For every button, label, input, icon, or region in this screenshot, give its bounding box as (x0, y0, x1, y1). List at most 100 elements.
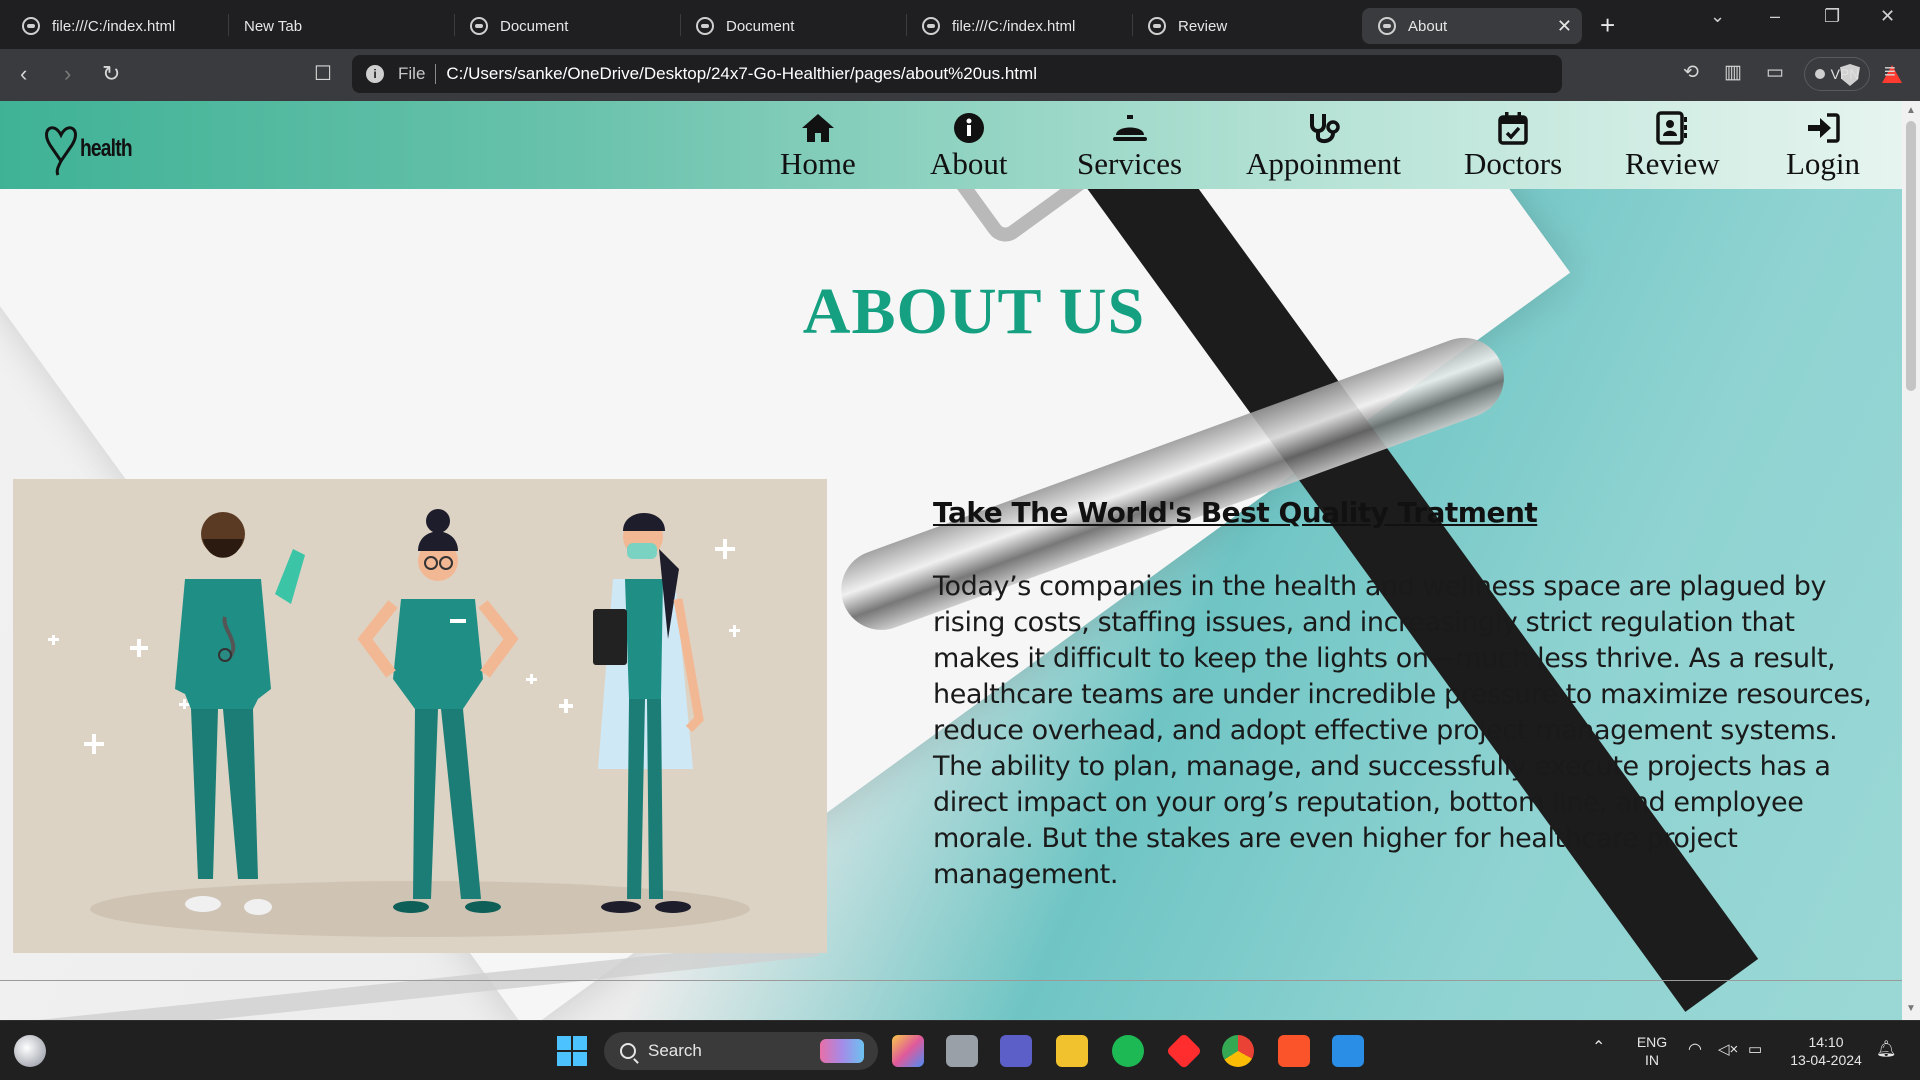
vpn-button[interactable]: VPN (1804, 57, 1870, 91)
reload-button[interactable]: ↻ (102, 61, 120, 87)
site-logo[interactable]: health (44, 119, 154, 179)
nav-doctors-label: Doctors (1464, 146, 1563, 181)
menu-icon[interactable]: ≡ (1884, 61, 1896, 84)
stethoscope-icon (1307, 109, 1341, 147)
nav-login[interactable]: Login (1786, 109, 1860, 181)
task-view-icon[interactable] (946, 1035, 978, 1067)
about-paragraph: Today’s companies in the health and well… (933, 571, 1872, 890)
nav-services[interactable]: Services (1077, 109, 1182, 181)
globe-icon (922, 17, 940, 35)
page-title: ABOUT US (802, 275, 1146, 348)
language-indicator[interactable]: ENG IN (1636, 1033, 1668, 1069)
minimize-button[interactable]: – (1770, 6, 1780, 27)
clock[interactable]: 14:10 13-04-2024 (1784, 1033, 1868, 1069)
teams-icon[interactable] (1000, 1035, 1032, 1067)
search-icon (620, 1043, 636, 1059)
browser-tab[interactable]: file:///C:/index.html (906, 8, 1126, 44)
browser-tab[interactable]: Document (680, 8, 900, 44)
nav-review[interactable]: Review (1625, 109, 1720, 181)
nav-appointment-label: Appoinment (1246, 146, 1401, 181)
home-icon (800, 109, 836, 147)
weather-widget-icon[interactable] (14, 1035, 46, 1067)
login-arrow-icon (1806, 109, 1840, 147)
wifi-icon[interactable]: ◠ (1688, 1041, 1702, 1059)
url-text[interactable]: C:/Users/sanke/OneDrive/Desktop/24x7-Go-… (446, 64, 1037, 84)
back-button[interactable]: ‹ (20, 61, 27, 87)
globe-icon (22, 17, 40, 35)
nav-about[interactable]: About (930, 109, 1008, 181)
close-tab-icon[interactable]: ✕ (1557, 16, 1572, 37)
battery-icon[interactable]: ▭ (1748, 1041, 1762, 1059)
speaker-muted-icon[interactable]: ◁× (1718, 1041, 1738, 1059)
logo-text: health (80, 135, 133, 162)
wallet-icon[interactable]: ▭ (1766, 61, 1784, 84)
app-red-diamond-icon[interactable] (1165, 1032, 1203, 1070)
clock-time: 14:10 (1808, 1034, 1844, 1050)
contact-card-icon (1656, 109, 1688, 147)
nav-services-label: Services (1077, 146, 1183, 181)
globe-icon (470, 17, 488, 35)
site-info-icon[interactable]: i (366, 65, 384, 83)
address-bar[interactable]: i File C:/Users/sanke/OneDrive/Desktop/2… (352, 55, 1902, 93)
brave-icon[interactable] (1278, 1035, 1310, 1067)
tab-label: file:///C:/index.html (52, 17, 176, 35)
spotify-icon[interactable] (1112, 1035, 1144, 1067)
tab-label: file:///C:/index.html (952, 17, 1076, 35)
file-explorer-icon[interactable] (1056, 1035, 1088, 1067)
scroll-up-icon[interactable]: ▲ (1906, 105, 1916, 116)
browser-tab[interactable]: file:///C:/index.html (6, 8, 226, 44)
page-scrollbar[interactable]: ▲ ▼ (1902, 101, 1920, 1020)
tab-search-chevron-icon[interactable]: ⌄ (1710, 6, 1725, 27)
scroll-down-icon[interactable]: ▼ (1906, 1003, 1916, 1014)
calendar-check-icon (1498, 109, 1528, 147)
nav-home-label: Home (780, 146, 856, 181)
chrome-icon[interactable] (1222, 1035, 1254, 1067)
nav-review-label: Review (1625, 146, 1720, 181)
browser-tab[interactable]: New Tab (228, 8, 448, 44)
clock-date: 13-04-2024 (1790, 1052, 1862, 1068)
nav-home[interactable]: Home (780, 109, 856, 181)
windows-taskbar: Search ⌃ ENG IN ◠ ◁× ▭ 14:10 13-04-2024 … (0, 1020, 1920, 1080)
region-code: IN (1645, 1052, 1659, 1068)
browser-tab-active[interactable]: About ✕ (1362, 8, 1582, 44)
leo-ai-icon[interactable]: ⟲ (1683, 61, 1699, 84)
tab-label: Review (1178, 17, 1228, 35)
browser-tab[interactable]: Document (454, 8, 674, 44)
browser-toolbar: ‹ › ↻ ☐ i File C:/Users/sanke/OneDrive/D… (0, 49, 1920, 101)
tab-label: Document (500, 17, 569, 35)
tab-label: Document (726, 17, 795, 35)
tray-overflow-chevron-icon[interactable]: ⌃ (1592, 1039, 1605, 1057)
globe-icon (1148, 17, 1166, 35)
nav-appointment[interactable]: Appoinment (1246, 109, 1401, 181)
taskbar-search[interactable]: Search (604, 1032, 878, 1070)
page-viewport: health Home About Services Appoinment Do… (0, 101, 1902, 1020)
new-tab-button[interactable]: + (1600, 10, 1615, 41)
forward-button[interactable]: › (64, 61, 71, 87)
section-headline: Take The World's Best Quality Tratment (933, 496, 1538, 529)
horizontal-rule (0, 980, 1902, 981)
close-window-button[interactable]: ✕ (1880, 6, 1895, 27)
browser-tab-strip: file:///C:/index.html New Tab Document D… (0, 0, 1920, 49)
nav-doctors[interactable]: Doctors (1464, 109, 1562, 181)
notification-bell-icon[interactable]: 🔔︎ (1876, 1041, 1896, 1059)
copilot-icon[interactable] (892, 1035, 924, 1067)
vscode-icon[interactable] (1332, 1035, 1364, 1067)
scroll-thumb[interactable] (1906, 121, 1916, 391)
restore-button[interactable]: ❐ (1824, 6, 1840, 27)
vpn-label: VPN (1830, 66, 1860, 82)
bookmark-icon[interactable]: ☐ (314, 61, 332, 86)
url-scheme: File (398, 64, 437, 84)
bell-service-icon (1112, 109, 1148, 147)
doctors-nurses-image (48, 509, 750, 937)
language-code: ENG (1636, 1034, 1668, 1050)
sidebar-toggle-icon[interactable]: ▥ (1724, 61, 1742, 84)
browser-tab[interactable]: Review (1132, 8, 1352, 44)
tab-label: New Tab (244, 17, 303, 35)
nav-about-label: About (930, 146, 1008, 181)
globe-icon (1378, 17, 1396, 35)
windows-start-icon[interactable] (556, 1035, 588, 1067)
search-placeholder: Search (648, 1041, 702, 1060)
nav-login-label: Login (1786, 146, 1861, 181)
globe-icon (696, 17, 714, 35)
info-icon (953, 109, 985, 147)
